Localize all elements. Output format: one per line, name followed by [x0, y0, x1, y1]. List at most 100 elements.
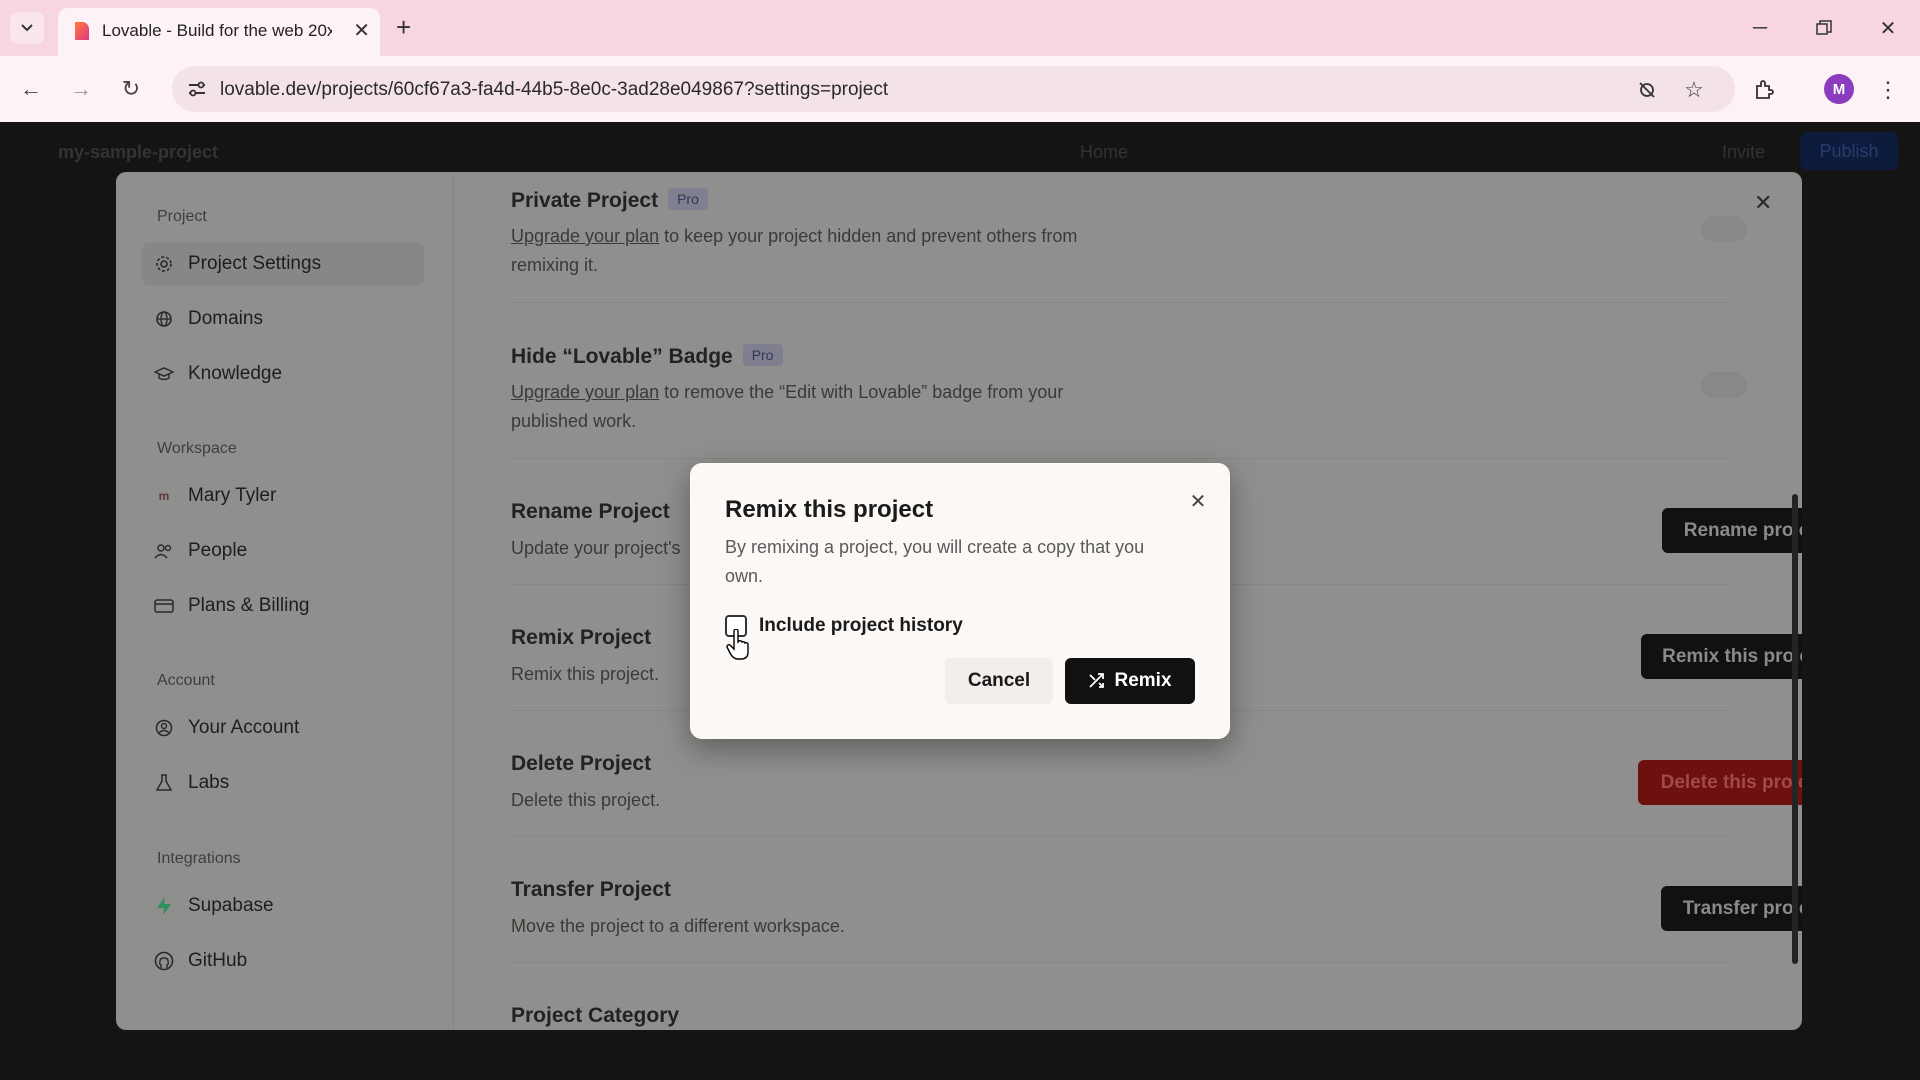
rename-project-button[interactable]: Rename project — [1662, 508, 1802, 553]
remix-button-label: Remix — [1114, 670, 1172, 691]
settings-close-icon[interactable]: ✕ — [1754, 192, 1772, 214]
transfer-project-button[interactable]: Transfer project — [1661, 886, 1802, 931]
hide-badge-title: Hide “Lovable” Badge Pro — [511, 344, 783, 369]
address-bar[interactable]: lovable.dev/projects/60cf67a3-fa4d-44b5-… — [172, 66, 1735, 112]
sidebar-item-people[interactable]: People — [142, 529, 424, 573]
remix-this-project-button[interactable]: Remix this project — [1641, 634, 1802, 679]
transfer-project-description: Move the project to a different workspac… — [511, 916, 845, 936]
tab-search-button[interactable] — [10, 12, 44, 44]
bookmark-star-icon[interactable]: ☆ — [1680, 76, 1708, 104]
lovable-favicon-icon — [75, 22, 89, 40]
cancel-button[interactable]: Cancel — [945, 658, 1053, 704]
browser-toolbar: ← → ↻ lovable.dev/projects/60cf67a3-fa4d… — [0, 56, 1920, 122]
scrollbar-thumb[interactable] — [1792, 494, 1798, 964]
row-title-text: Hide “Lovable” Badge — [511, 345, 733, 368]
sidebar-item-label: GitHub — [188, 950, 248, 971]
delete-project-title: Delete Project — [511, 752, 652, 775]
hide-badge-description: Upgrade your plan to remove the “Edit wi… — [511, 378, 1131, 436]
sidebar-item-label: Domains — [188, 308, 263, 329]
tracking-protection-icon[interactable] — [1633, 76, 1661, 104]
sidebar-item-label: Plans & Billing — [188, 595, 310, 616]
sidebar-item-mary-tyler[interactable]: m Mary Tyler — [142, 474, 424, 518]
sidebar-item-github[interactable]: GitHub — [142, 939, 424, 983]
people-icon — [154, 541, 174, 561]
remix-button[interactable]: Remix — [1065, 658, 1195, 704]
sidebar-item-supabase[interactable]: Supabase — [142, 884, 424, 928]
new-tab-icon[interactable]: + — [396, 12, 411, 42]
flask-icon — [154, 773, 174, 793]
site-info-icon[interactable] — [182, 74, 212, 104]
publish-button[interactable]: Publish — [1800, 132, 1898, 170]
gear-icon — [154, 254, 174, 274]
restore-icon[interactable] — [1804, 12, 1844, 44]
sidebar-item-label: Project Settings — [188, 253, 322, 274]
supabase-icon — [154, 896, 174, 916]
sidebar-item-your-account[interactable]: Your Account — [142, 706, 424, 750]
project-category-title: Project Category — [511, 1004, 680, 1027]
sidebar-item-labs[interactable]: Labs — [142, 761, 424, 805]
browser-menu-icon[interactable]: ⋮ — [1874, 76, 1902, 104]
credit-card-icon — [154, 596, 174, 616]
remix-project-title: Remix Project — [511, 626, 652, 649]
browser-tab[interactable]: Lovable - Build for the web 20x ✕ — [58, 8, 380, 56]
sidebar-item-label: Knowledge — [188, 363, 283, 384]
minimize-icon[interactable]: ─ — [1740, 12, 1780, 44]
extensions-icon[interactable] — [1750, 76, 1778, 104]
sidebar-section-title: Workspace — [157, 440, 237, 457]
sidebar-item-domains[interactable]: Domains — [142, 297, 424, 341]
include-history-label[interactable]: Include project history — [759, 615, 963, 637]
row-divider — [511, 836, 1731, 837]
globe-icon — [154, 309, 174, 329]
profile-avatar[interactable]: M — [1824, 74, 1854, 104]
upgrade-plan-link[interactable]: Upgrade your plan — [511, 226, 659, 246]
settings-scrollbar[interactable] — [1792, 182, 1798, 1020]
browser-tab-bar: Lovable - Build for the web 20x ✕ + ─ ✕ — [0, 0, 1920, 56]
sidebar-item-knowledge[interactable]: Knowledge — [142, 352, 424, 396]
row-title-text: Private Project — [511, 189, 659, 212]
url-text: lovable.dev/projects/60cf67a3-fa4d-44b5-… — [220, 79, 889, 100]
sidebar-section-title: Integrations — [157, 850, 241, 867]
sidebar-item-label: Labs — [188, 772, 230, 793]
row-divider — [511, 458, 1731, 459]
row-divider — [511, 962, 1731, 963]
rename-project-title: Rename Project — [511, 500, 670, 523]
user-circle-icon — [154, 718, 174, 738]
row-divider — [511, 302, 1731, 303]
reload-icon[interactable]: ↻ — [114, 72, 148, 106]
hide-badge-toggle[interactable] — [1701, 372, 1747, 398]
shuffle-icon — [1089, 673, 1105, 688]
back-icon[interactable]: ← — [14, 72, 48, 106]
graduation-cap-icon — [154, 364, 174, 384]
app-header: my-sample-project Home Invite Publish — [0, 122, 1920, 178]
pro-badge: Pro — [668, 188, 708, 210]
private-project-toggle[interactable] — [1701, 216, 1747, 242]
delete-project-description: Delete this project. — [511, 790, 661, 810]
invite-button[interactable]: Invite — [1722, 142, 1765, 163]
tab-close-icon[interactable]: ✕ — [353, 19, 370, 43]
sidebar-item-label: Your Account — [188, 717, 300, 738]
hand-cursor-icon — [726, 629, 749, 660]
home-dropdown[interactable]: Home — [1080, 142, 1128, 163]
sidebar-section-title: Account — [157, 672, 215, 689]
pro-badge: Pro — [742, 344, 783, 366]
settings-sidebar: Project Project Settings Domains Knowled… — [116, 172, 454, 1030]
sidebar-item-label: Mary Tyler — [188, 485, 277, 506]
sidebar-item-label: People — [188, 540, 248, 561]
dialog-title: Remix this project — [725, 496, 934, 523]
sidebar-item-project-settings[interactable]: Project Settings — [142, 242, 424, 286]
private-project-title: Private Project Pro — [511, 188, 708, 213]
dialog-description: By remixing a project, you will create a… — [725, 537, 1145, 586]
github-icon — [154, 951, 174, 971]
sidebar-section-title: Project — [157, 208, 207, 225]
forward-icon[interactable]: → — [64, 72, 98, 106]
delete-this-project-button[interactable]: Delete this project — [1638, 760, 1802, 805]
project-name[interactable]: my-sample-project — [58, 142, 218, 163]
window-close-icon[interactable]: ✕ — [1868, 12, 1908, 44]
upgrade-plan-link[interactable]: Upgrade your plan — [511, 382, 659, 402]
sidebar-item-plans-billing[interactable]: Plans & Billing — [142, 584, 424, 628]
chevron-down-icon — [21, 24, 33, 32]
dialog-close-icon[interactable]: ✕ — [1186, 489, 1210, 513]
tab-title: Lovable - Build for the web 20x — [102, 21, 332, 40]
remix-dialog: Remix this project ✕ By remixing a proje… — [690, 463, 1230, 739]
transfer-project-title: Transfer Project — [511, 878, 671, 901]
